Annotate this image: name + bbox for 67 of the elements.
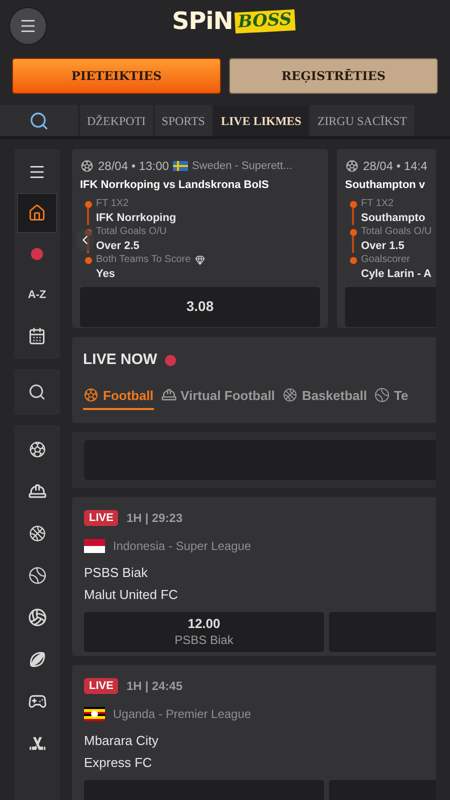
team-name: Mbarara City [84, 732, 160, 750]
team-name: PSBS Biak [84, 564, 149, 582]
tennis-ball-icon [374, 387, 390, 404]
sidebar-item[interactable] [17, 193, 57, 233]
live-badge: LIVE [84, 678, 118, 694]
flag-icon [172, 161, 188, 171]
market-name: Total Goals O/U [96, 224, 167, 238]
menu-icon [19, 17, 37, 35]
register-button[interactable]: REĢISTRĒTIES [229, 58, 438, 94]
ball-icon [28, 440, 46, 458]
pick-name: IFK Norrkoping [96, 210, 176, 224]
match-date: 28/04 • 13:00 [98, 158, 169, 175]
pick-name: Over 2.5 [96, 238, 140, 252]
match-time: 1H | 29:23 [126, 510, 183, 527]
odds-button[interactable]: 12.00 PSBS Biak [84, 612, 324, 652]
league-name: Sweden - Superett... [192, 158, 292, 174]
sport-tab[interactable]: Football [83, 386, 154, 410]
basketball-icon [28, 524, 46, 542]
ball-icon [80, 159, 94, 173]
live-badge: LIVE [84, 510, 118, 526]
match-date: 28/04 • 14:4 [363, 158, 428, 175]
league-name: Uganda - Premier League [113, 706, 252, 723]
odds-button[interactable]: 3.08 [80, 286, 320, 326]
home-icon [28, 204, 46, 222]
pick-name: Southampto [361, 210, 426, 224]
match-title: Southampton v [345, 178, 426, 193]
nav-tab[interactable]: DŽEKPOTI [80, 105, 153, 136]
sidebar-item[interactable]: A-Z [17, 275, 57, 315]
helmet-icon [28, 482, 46, 500]
scoreboard-icon [28, 327, 46, 345]
team-name: Express FC [84, 754, 153, 772]
nav-tab[interactable]: SPORTS [154, 105, 212, 136]
tennis-ball-icon [28, 566, 46, 584]
helmet-icon [160, 387, 177, 404]
search-tab[interactable] [0, 105, 78, 136]
volleyball-icon [28, 608, 46, 626]
flag-icon [84, 707, 105, 721]
match-title: IFK Norrkoping vs Landskrona BoIS [80, 178, 270, 193]
basketball-icon [282, 387, 298, 404]
market-name: Total Goals O/U [361, 224, 432, 238]
menu-button[interactable] [9, 7, 47, 45]
sport-item[interactable] [26, 564, 48, 586]
match-time: 1H | 24:45 [126, 678, 183, 695]
sport-tab[interactable]: Basketball [282, 386, 367, 410]
nav-tab[interactable]: ZIRGU SACĪKST [310, 105, 414, 136]
pick-name: Cyle Larin - A [361, 266, 432, 280]
search-icon [29, 110, 49, 130]
login-button[interactable]: PIETEIKTIES [12, 58, 221, 94]
team-name: Malut United FC [84, 586, 179, 604]
nav-tab[interactable]: LIVE LIKMES [214, 105, 308, 136]
sport-item[interactable] [26, 606, 48, 628]
ball-icon [83, 387, 99, 404]
pick-name: Over 1.5 [361, 238, 406, 252]
ball-icon [345, 159, 359, 173]
pick-name: Yes [96, 266, 116, 280]
section-title: LIVE NOW [83, 350, 158, 370]
market-name: FT 1X2 [96, 196, 129, 210]
league-name: Indonesia - Super League [113, 538, 252, 555]
menu-icon [28, 163, 46, 181]
flag-icon [84, 539, 105, 553]
search-icon [28, 383, 46, 401]
sport-tab[interactable]: Virtual Football [160, 386, 275, 410]
market-name: Both Teams To Score [96, 252, 191, 266]
market-name: Goalscorer [361, 252, 410, 266]
sport-tab[interactable]: Te [374, 386, 408, 410]
market-name: FT 1X2 [361, 196, 394, 210]
search-button[interactable] [14, 369, 60, 415]
